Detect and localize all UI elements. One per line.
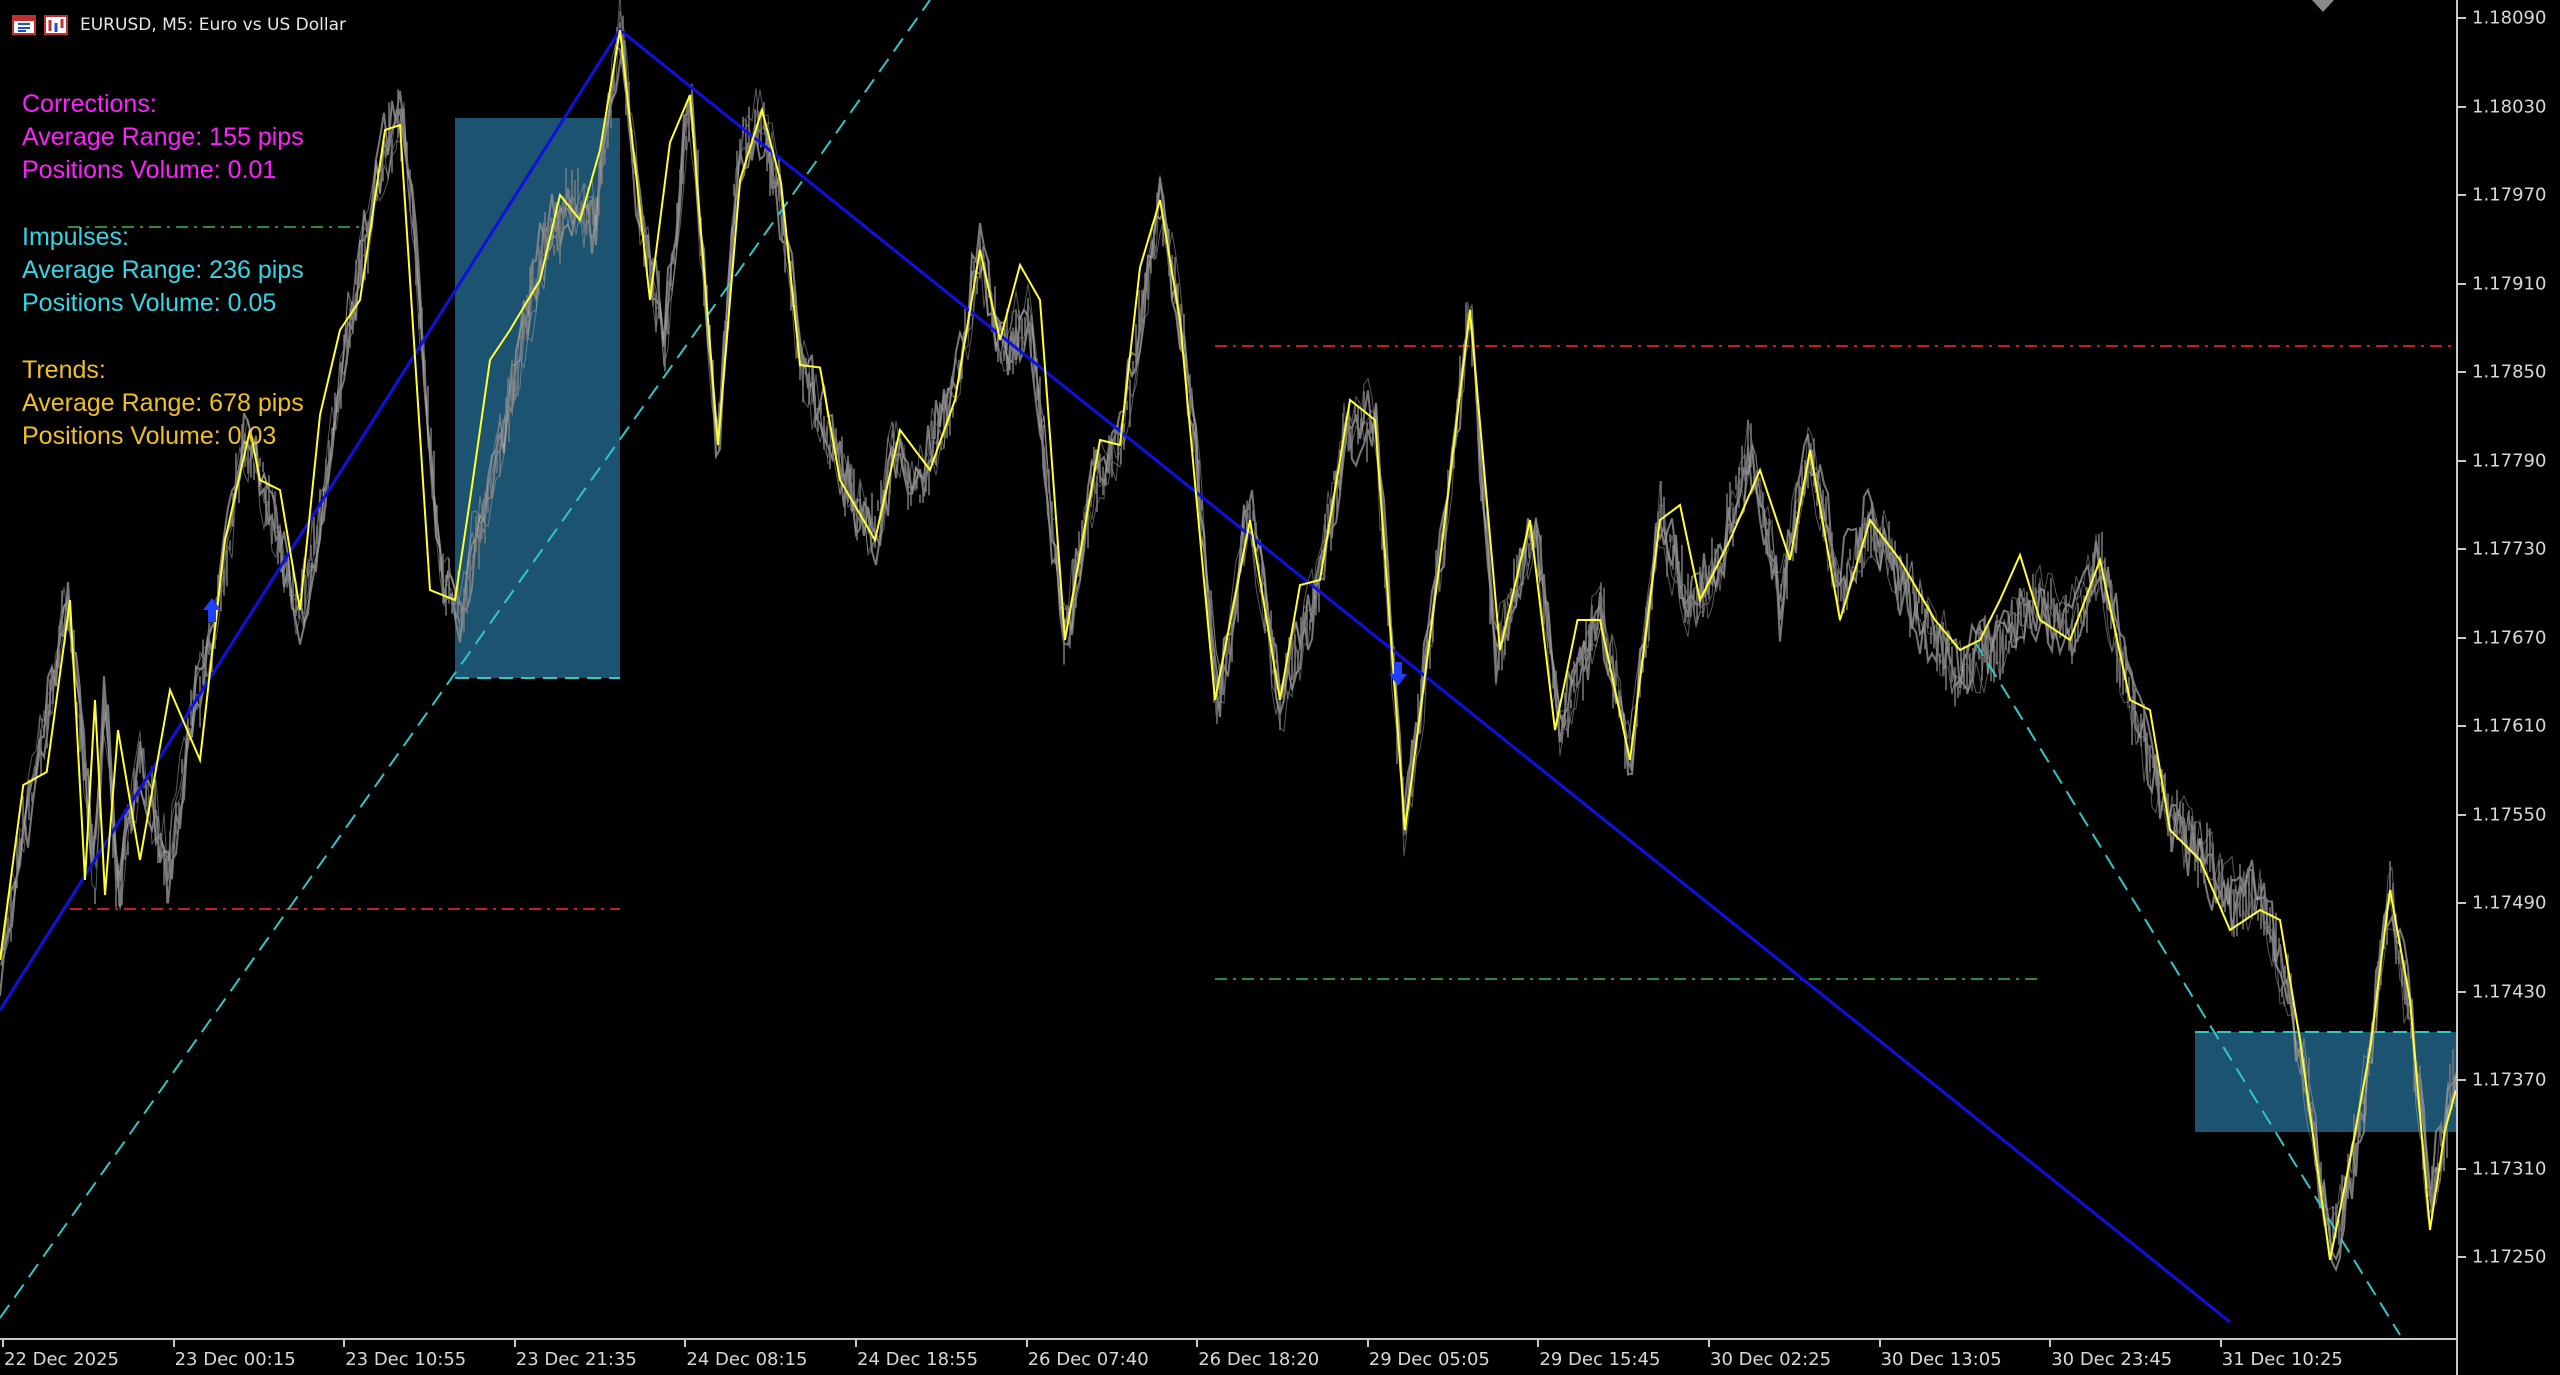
price-label: 1.17430: [2472, 981, 2547, 1002]
price-tick: [2458, 1167, 2466, 1170]
info-panel: Corrections: Average Range: 155 pips Pos…: [22, 88, 304, 487]
time-tick: [2, 1340, 4, 1347]
symbol-title: EURUSD, M5: Euro vs US Dollar: [80, 15, 346, 35]
price-tick: [2458, 1079, 2466, 1081]
chart-window-icon[interactable]: [12, 15, 36, 35]
time-label: 22 Dec 2025: [4, 1349, 119, 1370]
time-label: 23 Dec 10:55: [345, 1349, 467, 1370]
chart-window[interactable]: EURUSD, M5: Euro vs US Dollar Correction…: [0, 0, 2560, 1375]
price-tick: [2458, 459, 2466, 462]
time-label: 24 Dec 08:15: [686, 1349, 808, 1370]
time-axis[interactable]: 22 Dec 2025 23 Dec 00:15 23 Dec 10:55 23 De…: [0, 1338, 2458, 1375]
price-tick: [2458, 371, 2466, 373]
trends-average-range: Average Range: 678 pips: [22, 389, 304, 417]
time-tick: [2049, 1340, 2052, 1347]
time-label: 30 Dec 02:25: [1710, 1349, 1832, 1370]
price-tick: [2458, 548, 2466, 550]
corrections-average-range: Average Range: 155 pips: [22, 123, 304, 151]
time-label: 26 Dec 18:20: [1198, 1349, 1320, 1370]
time-tick: [684, 1340, 687, 1347]
price-tick: [2458, 813, 2466, 816]
price-tick: [2458, 990, 2466, 993]
time-tick: [1537, 1340, 1540, 1347]
time-tick: [513, 1340, 516, 1347]
time-label: 23 Dec 21:35: [515, 1349, 637, 1370]
chart-shift-marker-icon[interactable]: [2312, 0, 2334, 12]
price-label: 1.17370: [2472, 1069, 2547, 1091]
price-label: 1.18030: [2472, 96, 2547, 117]
time-tick: [2219, 1340, 2222, 1347]
impulses-heading: Impulses:: [22, 223, 129, 251]
time-tick: [1708, 1340, 1710, 1347]
trends-heading: Trends:: [22, 356, 106, 384]
time-label: 30 Dec 23:45: [2051, 1349, 2173, 1370]
time-label: 29 Dec 05:05: [1368, 1349, 1490, 1370]
price-label: 1.17550: [2472, 804, 2547, 825]
time-label: 30 Dec 13:05: [1880, 1349, 2002, 1370]
trends-stats: Trends: Average Range: 678 pips Position…: [22, 354, 304, 453]
price-tick: [2458, 1256, 2466, 1258]
price-tick: [2458, 17, 2466, 19]
price-label: 1.17610: [2472, 715, 2547, 737]
time-tick: [1878, 1340, 1881, 1347]
time-label: 24 Dec 18:55: [857, 1349, 979, 1370]
price-tick: [2458, 105, 2466, 108]
trend-line: [0, 27, 2231, 1324]
price-tick: [2458, 636, 2466, 639]
time-label: 31 Dec 10:25: [2221, 1349, 2343, 1370]
time-label: 26 Dec 07:40: [1027, 1349, 1149, 1370]
trends-positions-volume: Positions Volume: 0.03: [22, 422, 277, 450]
price-tick: [2458, 902, 2466, 904]
impulses-positions-volume: Positions Volume: 0.05: [22, 289, 277, 317]
price-label: 1.17670: [2472, 627, 2547, 648]
price-tick: [2458, 282, 2466, 285]
price-label: 1.17910: [2472, 273, 2547, 294]
time-tick: [1025, 1340, 1028, 1347]
price-label: 1.17850: [2472, 361, 2547, 383]
chart-plot-area[interactable]: EURUSD, M5: Euro vs US Dollar Correction…: [0, 0, 2456, 1340]
price-label: 1.17310: [2472, 1158, 2547, 1179]
chart-title-bar: EURUSD, M5: Euro vs US Dollar: [12, 12, 346, 38]
bars-icon[interactable]: [44, 15, 68, 35]
price-label: 1.18090: [2472, 7, 2547, 29]
price-label: 1.17970: [2472, 184, 2547, 206]
price-label: 1.17730: [2472, 538, 2547, 560]
time-tick: [172, 1340, 175, 1347]
time-tick: [855, 1340, 857, 1347]
price-label: 1.17490: [2472, 892, 2547, 914]
impulses-stats: Impulses: Average Range: 236 pips Positi…: [22, 221, 304, 320]
time-tick: [343, 1340, 346, 1347]
price-tick: [2458, 194, 2466, 196]
time-label: 29 Dec 15:45: [1539, 1349, 1661, 1370]
corrections-positions-volume: Positions Volume: 0.01: [22, 156, 277, 184]
corrections-heading: Corrections:: [22, 90, 157, 118]
time-tick: [1366, 1340, 1369, 1347]
price-label: 1.17250: [2472, 1246, 2547, 1268]
time-tick: [1196, 1340, 1199, 1347]
impulses-average-range: Average Range: 236 pips: [22, 256, 304, 284]
corrections-stats: Corrections: Average Range: 155 pips Pos…: [22, 88, 304, 187]
price-label: 1.17790: [2472, 450, 2547, 471]
price-tick: [2458, 725, 2466, 727]
price-axis[interactable]: 1.18090 1.18030 1.17970 1.17910 1.17850 1.177…: [2456, 0, 2560, 1375]
price-chart[interactable]: [0, 0, 2456, 1340]
time-label: 23 Dec 00:15: [174, 1349, 296, 1370]
